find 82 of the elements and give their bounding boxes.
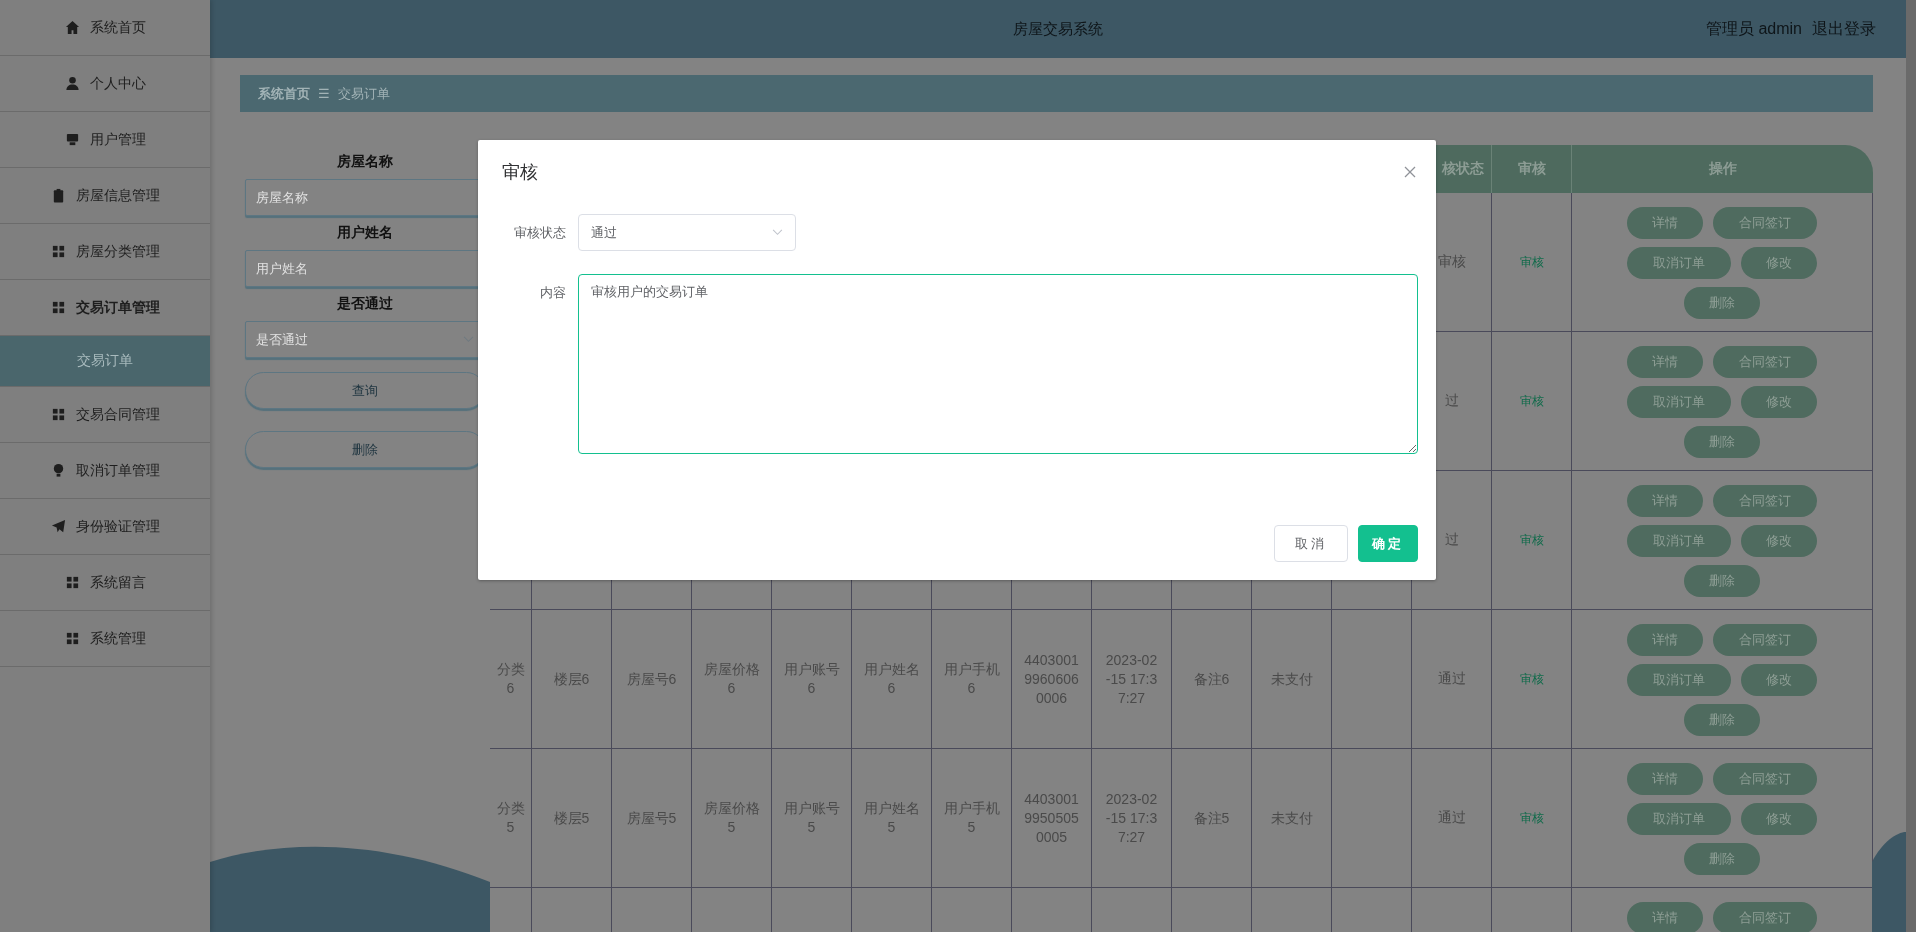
sidebar-item[interactable]: 用户管理 <box>0 112 210 168</box>
action-button[interactable]: 修改 <box>1741 386 1817 418</box>
table-cell: 房屋价格5 <box>703 799 760 837</box>
action-button[interactable]: 删除 <box>1684 704 1760 736</box>
action-button[interactable]: 修改 <box>1741 525 1817 557</box>
table-cell-text: 楼层5 <box>552 808 591 828</box>
action-button[interactable]: 删除 <box>1684 287 1760 319</box>
user-name: 管理员 admin <box>1705 19 1802 39</box>
home-icon <box>64 20 80 35</box>
action-button[interactable]: 详情 <box>1627 346 1703 378</box>
dialog-title: 审核 <box>502 161 538 184</box>
paper-plane-icon <box>50 519 66 534</box>
grid-icon <box>50 300 66 315</box>
app-title: 房屋交易系统 <box>1013 19 1103 39</box>
field-label: 用户姓名 <box>336 224 394 242</box>
table-cell: 440300199505050005 <box>1023 789 1080 847</box>
status-text: 过 <box>1444 392 1459 410</box>
action-button[interactable]: 修改 <box>1741 664 1817 696</box>
grid-icon <box>64 575 80 590</box>
cancel-button[interactable]: 取消 <box>1274 525 1348 562</box>
confirm-button[interactable]: 确定 <box>1358 525 1418 562</box>
table-cell: 440300199606060006 <box>1023 650 1080 708</box>
table-cell-text: 房屋号5 <box>625 808 678 828</box>
action-button[interactable]: 详情 <box>1627 902 1703 932</box>
action-button[interactable]: 取消订单 <box>1627 386 1731 418</box>
action-button[interactable]: 详情 <box>1627 207 1703 239</box>
column-header: 操作 <box>1707 159 1738 178</box>
column-header: 审核 <box>1492 145 1572 193</box>
close-icon[interactable] <box>1404 166 1416 178</box>
field-label: 内容 <box>539 284 567 302</box>
review-link[interactable]: 审核 <box>1519 809 1544 827</box>
field-label: 是否通过 <box>336 295 394 313</box>
sidebar-item[interactable]: 身份验证管理 <box>0 499 210 555</box>
status-text: 通过 <box>1437 670 1466 688</box>
sidebar-item[interactable]: 系统留言 <box>0 555 210 611</box>
table-cell-text: 2023-02-15 17:37:27 <box>1104 650 1159 708</box>
sidebar-item[interactable]: 房屋分类管理 <box>0 224 210 280</box>
action-button[interactable]: 取消订单 <box>1627 247 1731 279</box>
grid-icon <box>64 631 80 646</box>
table-cell-text: 未支付 <box>1269 808 1314 828</box>
action-button[interactable]: 修改 <box>1741 247 1817 279</box>
status-select[interactable]: 通过 <box>578 214 796 251</box>
action-button[interactable]: 删除 <box>1684 843 1760 875</box>
action-button[interactable]: 取消订单 <box>1627 525 1731 557</box>
table-cell-text: 楼层6 <box>552 669 591 689</box>
scrollbar[interactable] <box>1906 0 1916 932</box>
grid-icon <box>50 407 66 422</box>
content-textarea[interactable]: 审核用户的交易订单 <box>578 274 1418 454</box>
breadcrumb-separator: ☰ <box>318 86 330 101</box>
sidebar-item[interactable]: 取消订单管理 <box>0 443 210 499</box>
review-link[interactable]: 审核 <box>1519 253 1544 271</box>
action-button[interactable]: 取消订单 <box>1627 803 1731 835</box>
review-link[interactable]: 审核 <box>1519 531 1544 549</box>
action-button[interactable]: 详情 <box>1627 624 1703 656</box>
sidebar-item[interactable]: 房屋信息管理 <box>0 168 210 224</box>
sidebar-item[interactable]: 系统管理 <box>0 611 210 667</box>
status-text: 通过 <box>1437 809 1466 827</box>
action-button[interactable]: 删除 <box>1684 426 1760 458</box>
breadcrumb-link[interactable]: 交易订单 <box>338 84 390 103</box>
field-label: 审核状态 <box>513 224 567 242</box>
action-button[interactable]: 详情 <box>1627 485 1703 517</box>
logout-link[interactable]: 退出登录 <box>1812 19 1876 40</box>
field-label: 房屋名称 <box>336 153 394 171</box>
table-cell-text: 未支付 <box>1269 669 1314 689</box>
review-link[interactable]: 审核 <box>1519 670 1544 688</box>
table-cell-text: 2023-02-15 17:37:27 <box>1104 789 1159 847</box>
chevron-down-icon <box>772 229 783 236</box>
action-button[interactable]: 删除 <box>1684 565 1760 597</box>
status-text: 过 <box>1444 531 1459 549</box>
action-button[interactable]: 取消订单 <box>1627 664 1731 696</box>
sidebar-item[interactable]: 个人中心 <box>0 56 210 112</box>
user-icon <box>64 76 80 91</box>
monitor-icon <box>64 132 80 147</box>
breadcrumb-link[interactable]: 系统首页 <box>258 84 310 103</box>
sidebar-subitem[interactable]: 交易订单 <box>0 336 210 387</box>
action-button[interactable]: 详情 <box>1627 763 1703 795</box>
table-cell: 房屋价格6 <box>703 660 760 698</box>
action-button[interactable]: 修改 <box>1741 803 1817 835</box>
sidebar-item[interactable]: 交易合同管理 <box>0 387 210 443</box>
review-link[interactable]: 审核 <box>1519 392 1544 410</box>
grid-icon <box>50 244 66 259</box>
table-cell-text: 房屋号6 <box>625 669 678 689</box>
